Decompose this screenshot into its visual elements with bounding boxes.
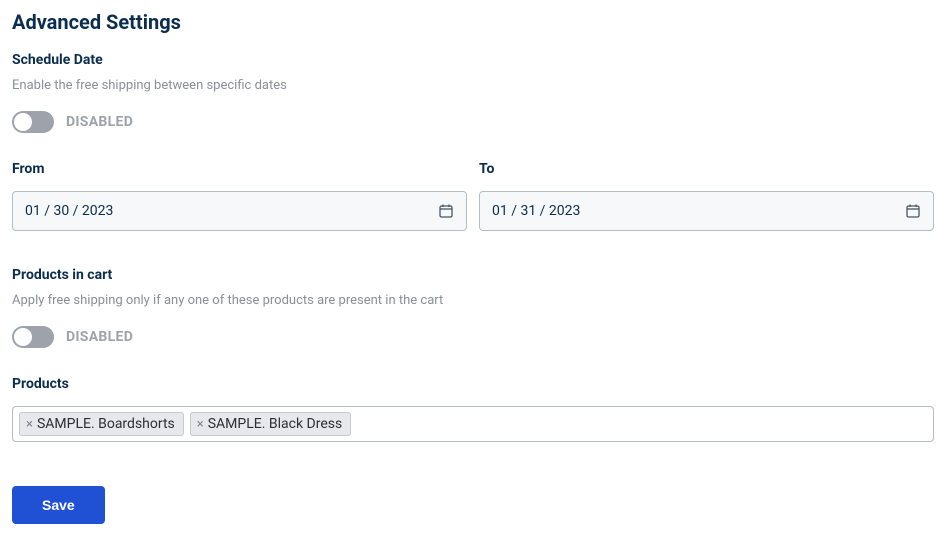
close-icon[interactable]: × (195, 418, 206, 431)
schedule-date-helper: Enable the free shipping between specifi… (12, 78, 934, 93)
product-tag: × SAMPLE. Boardshorts (19, 412, 184, 436)
page-title: Advanced Settings (12, 10, 934, 34)
from-date-input[interactable]: 01 / 30 / 2023 (12, 191, 467, 231)
products-in-cart-helper: Apply free shipping only if any one of t… (12, 293, 934, 308)
calendar-icon (438, 203, 454, 219)
products-in-cart-label: Products in cart (12, 267, 934, 283)
schedule-toggle[interactable] (12, 111, 54, 133)
to-date-input[interactable]: 01 / 31 / 2023 (479, 191, 934, 231)
product-tag-label: SAMPLE. Boardshorts (37, 416, 175, 432)
from-date-value: 01 / 30 / 2023 (25, 203, 113, 219)
schedule-toggle-label: DISABLED (66, 114, 133, 130)
save-button[interactable]: Save (12, 486, 105, 524)
close-icon[interactable]: × (24, 418, 35, 431)
schedule-date-label: Schedule Date (12, 52, 934, 68)
toggle-knob-icon (14, 328, 32, 346)
to-label: To (479, 161, 934, 177)
to-date-value: 01 / 31 / 2023 (492, 203, 580, 219)
products-toggle[interactable] (12, 326, 54, 348)
products-label: Products (12, 376, 934, 392)
toggle-knob-icon (14, 113, 32, 131)
products-multiselect[interactable]: × SAMPLE. Boardshorts × SAMPLE. Black Dr… (12, 406, 934, 442)
product-tag: × SAMPLE. Black Dress (190, 412, 351, 436)
product-tag-label: SAMPLE. Black Dress (208, 416, 342, 432)
calendar-icon (905, 203, 921, 219)
products-toggle-label: DISABLED (66, 329, 133, 345)
from-label: From (12, 161, 467, 177)
